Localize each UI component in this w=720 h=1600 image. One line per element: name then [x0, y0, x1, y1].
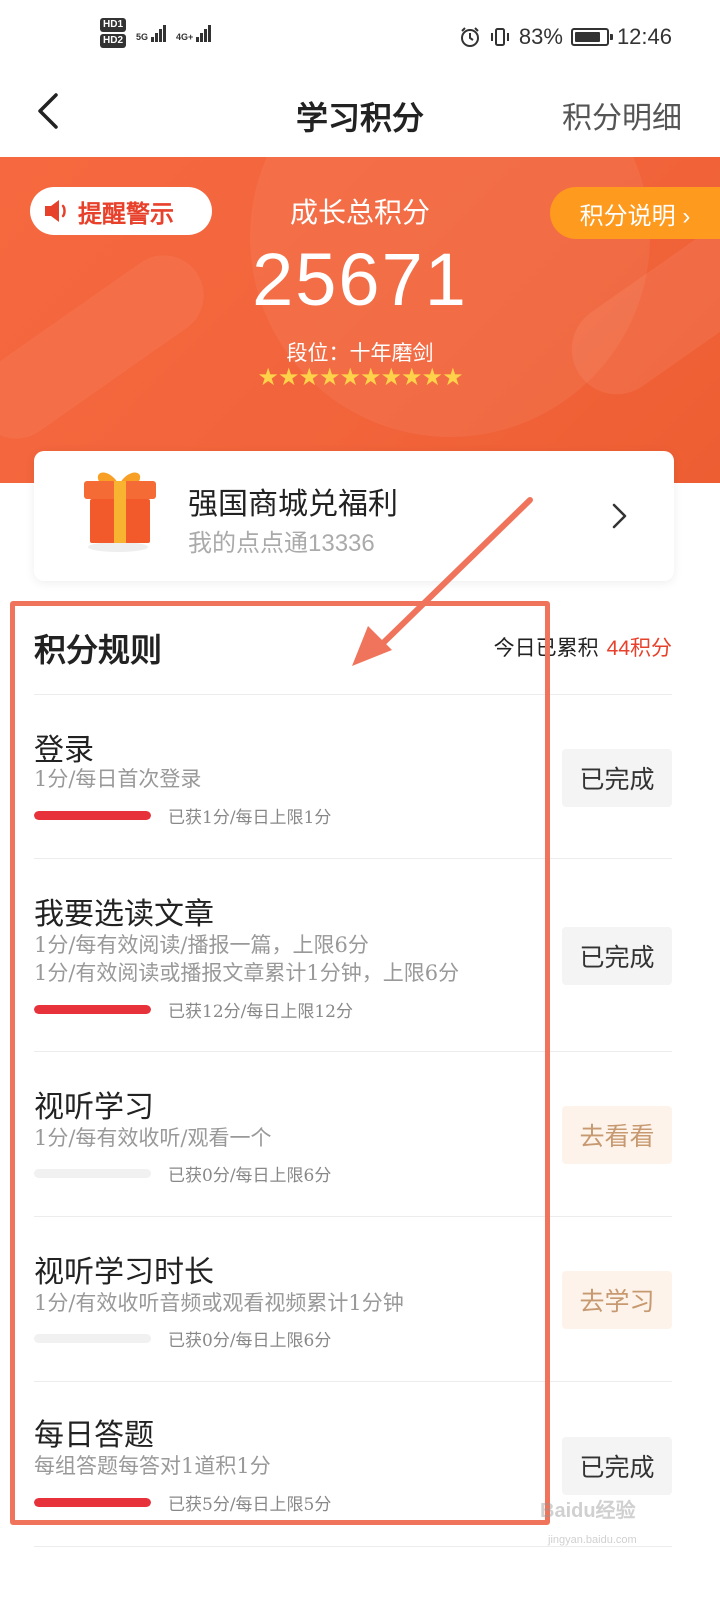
clock: 12:46 — [616, 24, 672, 49]
gift-box-icon — [84, 472, 156, 552]
status-bar: HD1 HD2 5G 4G+ 83% 12:46 — [0, 0, 720, 75]
net-4g-label: 4G+ — [176, 31, 194, 42]
status-button-completed[interactable]: 已完成 — [562, 927, 672, 985]
points-hero-banner: 提醒警示 成长总积分 积分说明 › 25671 段位：十年磨剑 ★★★★★★★★… — [0, 157, 720, 483]
annotation-highlight-box — [10, 601, 550, 1525]
signal-5g-icon: 5G — [136, 24, 167, 42]
chevron-right-icon — [612, 503, 627, 529]
points-explanation-button[interactable]: 积分说明 › — [550, 187, 720, 239]
vibrate-icon — [490, 28, 509, 46]
total-points-value: 25671 — [252, 238, 468, 321]
today-points: 44积分 — [606, 637, 672, 660]
battery-icon — [570, 28, 613, 46]
alarm-icon — [460, 27, 479, 47]
status-button-completed[interactable]: 已完成 — [562, 1437, 672, 1495]
signal-4g-icon: 4G+ — [176, 24, 212, 42]
battery-level — [574, 32, 600, 42]
app-header: 学习积分 积分明细 — [0, 75, 720, 157]
go-study-button[interactable]: 去学习 — [562, 1271, 672, 1329]
rank-value: 十年磨剑 — [349, 342, 434, 365]
battery-percent: 83% — [518, 24, 563, 49]
hd-badges: HD1 HD2 — [100, 18, 127, 48]
go-watch-button[interactable]: 去看看 — [562, 1106, 672, 1164]
rank-prefix: 段位： — [286, 342, 350, 365]
status-button-completed[interactable]: 已完成 — [562, 749, 672, 807]
mall-welfare-card[interactable]: 强国商城兑福利 我的点点通13336 — [34, 451, 674, 581]
rank-stars: ★★★★★★★★★★ — [257, 364, 463, 391]
mall-title: 强国商城兑福利 — [188, 488, 398, 521]
hd2-badge: HD2 — [100, 34, 127, 48]
hd1-badge: HD1 — [100, 18, 127, 32]
points-detail-link[interactable]: 积分明细 — [562, 93, 682, 137]
signal-group: HD1 HD2 5G 4G+ — [100, 18, 212, 48]
divider — [34, 1546, 672, 1547]
status-right: 83% 12:46 — [459, 24, 672, 50]
mall-balance: 我的点点通13336 — [188, 530, 375, 557]
baidu-watermark-url: jingyan.baidu.com — [548, 1534, 637, 1546]
net-5g-label: 5G — [136, 31, 149, 42]
baidu-watermark: Baidu经验 — [540, 1500, 636, 1522]
